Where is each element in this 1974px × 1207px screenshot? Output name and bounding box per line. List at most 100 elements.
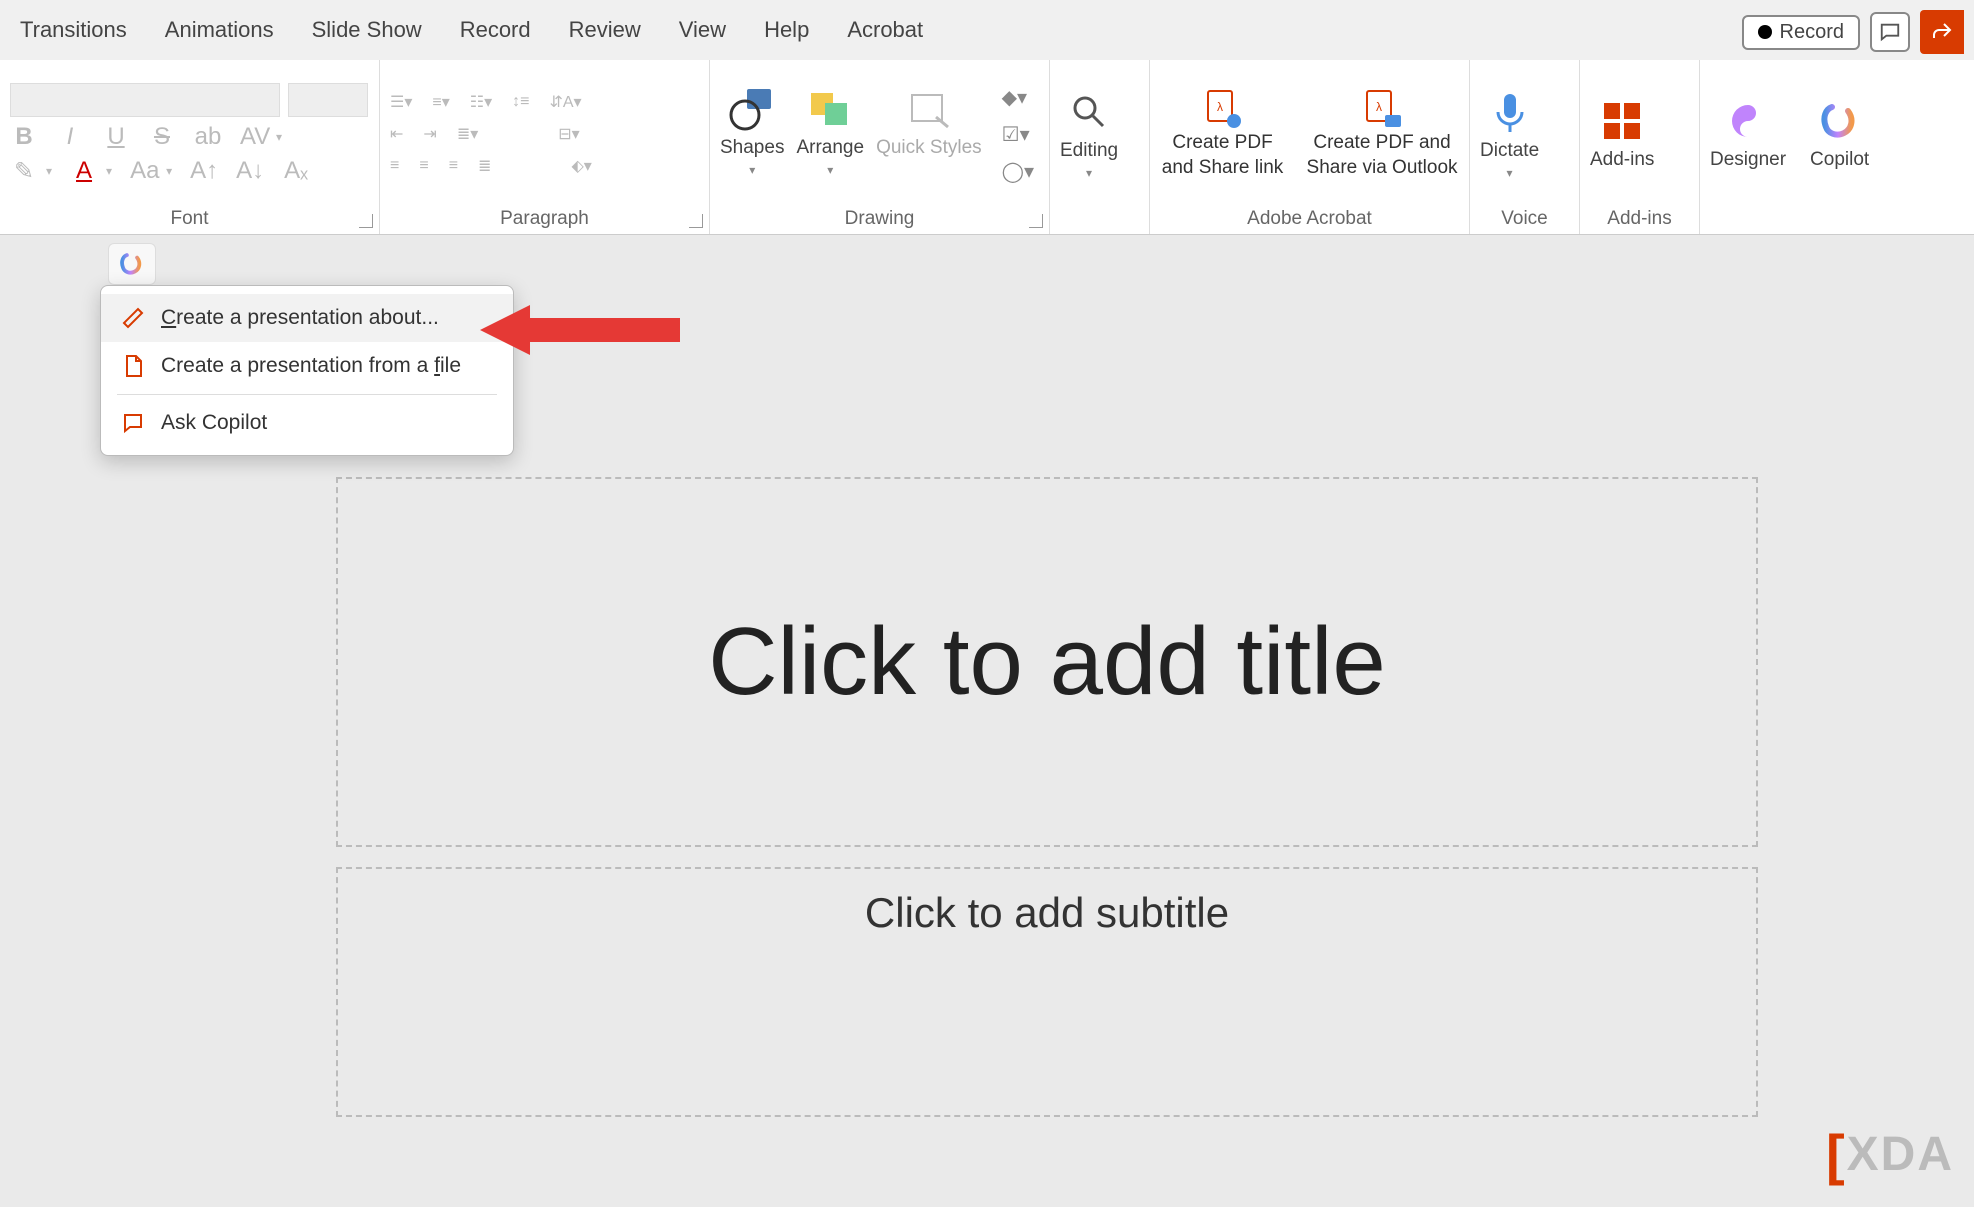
drawing-dialog-launcher[interactable] (1029, 214, 1043, 228)
svg-text:λ: λ (1376, 100, 1382, 114)
title-placeholder-text: Click to add title (708, 607, 1386, 717)
share-button[interactable] (1920, 10, 1964, 54)
quick-styles-icon (901, 85, 957, 133)
shape-effects-button[interactable]: ◯▾ (1002, 159, 1034, 184)
clear-formatting-button[interactable]: Aₓ (282, 157, 310, 185)
top-right-controls: Record (1742, 10, 1964, 54)
menu-item-label: Create a presentation about... (161, 306, 439, 330)
ribbon-tabs: Transitions Animations Slide Show Record… (0, 0, 1974, 60)
menu-item-label: Create a presentation from a file (161, 354, 461, 378)
menu-create-presentation-from-file[interactable]: Create a presentation from a file (101, 342, 513, 390)
shape-fill-button[interactable]: ◆▾ (1002, 85, 1034, 110)
italic-button[interactable]: I (56, 123, 84, 151)
designer-button[interactable]: Designer (1710, 97, 1786, 171)
arrange-button[interactable]: Arrange ▾ (796, 85, 864, 177)
shapes-label: Shapes (720, 137, 784, 159)
copilot-button[interactable]: Copilot (1810, 97, 1869, 171)
create-pdf-share-label: Create PDF and Share link (1160, 131, 1285, 180)
chat-icon (121, 411, 145, 435)
font-family-combo[interactable] (10, 83, 280, 117)
comment-icon (1879, 21, 1901, 43)
bullets-button[interactable]: ☰▾ (390, 92, 412, 112)
tab-acrobat[interactable]: Acrobat (847, 17, 923, 43)
addins-icon (1594, 97, 1650, 145)
watermark-text: XDA (1847, 1127, 1954, 1182)
character-spacing-button[interactable]: AV (240, 123, 268, 151)
increase-indent-button[interactable]: ⇥ (423, 124, 436, 144)
chevron-down-icon: ▾ (1507, 166, 1513, 180)
smartart-button[interactable]: ⬖▾ (571, 156, 591, 176)
change-case-button[interactable]: Aa (130, 157, 158, 185)
arrange-label: Arrange (796, 137, 864, 159)
increase-font-button[interactable]: A↑ (190, 157, 218, 185)
addins-button[interactable]: Add-ins (1590, 97, 1654, 171)
bold-button[interactable]: B (10, 123, 38, 151)
editing-button[interactable]: Editing ▾ (1060, 88, 1118, 180)
strikethrough-button[interactable]: S (148, 123, 176, 151)
font-group-label: Font (10, 202, 369, 234)
tab-record[interactable]: Record (460, 17, 531, 43)
chevron-down-icon: ▾ (1086, 166, 1092, 180)
watermark: [XDA (1826, 1122, 1954, 1187)
editing-group: Editing ▾ (1050, 60, 1150, 234)
font-color-button[interactable]: A (70, 157, 98, 185)
pdf-outlook-icon: λ (1357, 87, 1407, 131)
tab-slideshow[interactable]: Slide Show (312, 17, 422, 43)
numbering-button[interactable]: ≡▾ (432, 92, 449, 112)
quick-styles-button[interactable]: Quick Styles (876, 85, 982, 159)
subtitle-placeholder-text: Click to add subtitle (865, 889, 1229, 937)
tab-review[interactable]: Review (569, 17, 641, 43)
underline-button[interactable]: U (102, 123, 130, 151)
copilot-chip-button[interactable] (108, 243, 156, 285)
subtitle-placeholder[interactable]: Click to add subtitle (336, 867, 1758, 1117)
microphone-icon (1482, 88, 1538, 136)
chevron-down-icon: ▾ (827, 163, 833, 177)
title-placeholder[interactable]: Click to add title (336, 477, 1758, 847)
tab-transitions[interactable]: Transitions (20, 17, 127, 43)
create-pdf-outlook-button[interactable]: λ Create PDF and Share via Outlook (1305, 87, 1459, 180)
annotation-arrow-icon (480, 300, 680, 360)
text-direction-button[interactable]: ⇵A▾ (549, 92, 581, 112)
text-shadow-button[interactable]: ab (194, 123, 222, 151)
decrease-font-button[interactable]: A↓ (236, 157, 264, 185)
align-center-button[interactable]: ≡ (419, 157, 428, 175)
svg-text:λ: λ (1217, 100, 1223, 114)
voice-group: Dictate ▾ Voice (1470, 60, 1580, 234)
tab-view[interactable]: View (679, 17, 726, 43)
align-right-button[interactable]: ≡ (449, 157, 458, 175)
align-distributed-button[interactable]: ≣▾ (457, 124, 478, 144)
line-spacing-button[interactable]: ↕≡ (512, 93, 529, 111)
editing-label: Editing (1060, 140, 1118, 162)
create-pdf-share-link-button[interactable]: λ Create PDF and Share link (1160, 87, 1285, 180)
voice-group-label: Voice (1480, 202, 1569, 234)
dictate-button[interactable]: Dictate ▾ (1480, 88, 1539, 180)
align-text-button[interactable]: ⊟▾ (558, 124, 579, 144)
menu-separator (117, 394, 497, 395)
shapes-icon (724, 85, 780, 133)
shapes-button[interactable]: Shapes ▾ (720, 85, 784, 177)
paragraph-dialog-launcher[interactable] (689, 214, 703, 228)
menu-item-label: Ask Copilot (161, 411, 267, 435)
menu-ask-copilot[interactable]: Ask Copilot (101, 399, 513, 447)
align-justify-button[interactable]: ≣ (478, 156, 491, 176)
drawing-group-label: Drawing (720, 202, 1039, 234)
tab-help[interactable]: Help (764, 17, 809, 43)
font-size-combo[interactable] (288, 83, 368, 117)
record-button[interactable]: Record (1742, 15, 1860, 50)
quick-styles-label: Quick Styles (876, 137, 982, 159)
menu-create-presentation-about[interactable]: Create a presentation about... (101, 294, 513, 342)
list-level-button[interactable]: ☷▾ (470, 92, 492, 112)
comments-button[interactable] (1870, 12, 1910, 52)
drawing-group: Shapes ▾ Arrange ▾ Quick Styles (710, 60, 1050, 234)
addins-group: Add-ins Add-ins (1580, 60, 1700, 234)
shape-outline-button[interactable]: ☑▾ (1002, 122, 1034, 147)
align-left-button[interactable]: ≡ (390, 157, 399, 175)
text-highlight-button[interactable]: ✎ (10, 157, 38, 186)
designer-icon (1720, 97, 1776, 145)
addins-group-label: Add-ins (1590, 202, 1689, 234)
font-dialog-launcher[interactable] (359, 214, 373, 228)
arrange-icon (802, 85, 858, 133)
slide-area: Create a presentation about... Create a … (0, 235, 1974, 1207)
tab-animations[interactable]: Animations (165, 17, 274, 43)
decrease-indent-button[interactable]: ⇤ (390, 124, 403, 144)
